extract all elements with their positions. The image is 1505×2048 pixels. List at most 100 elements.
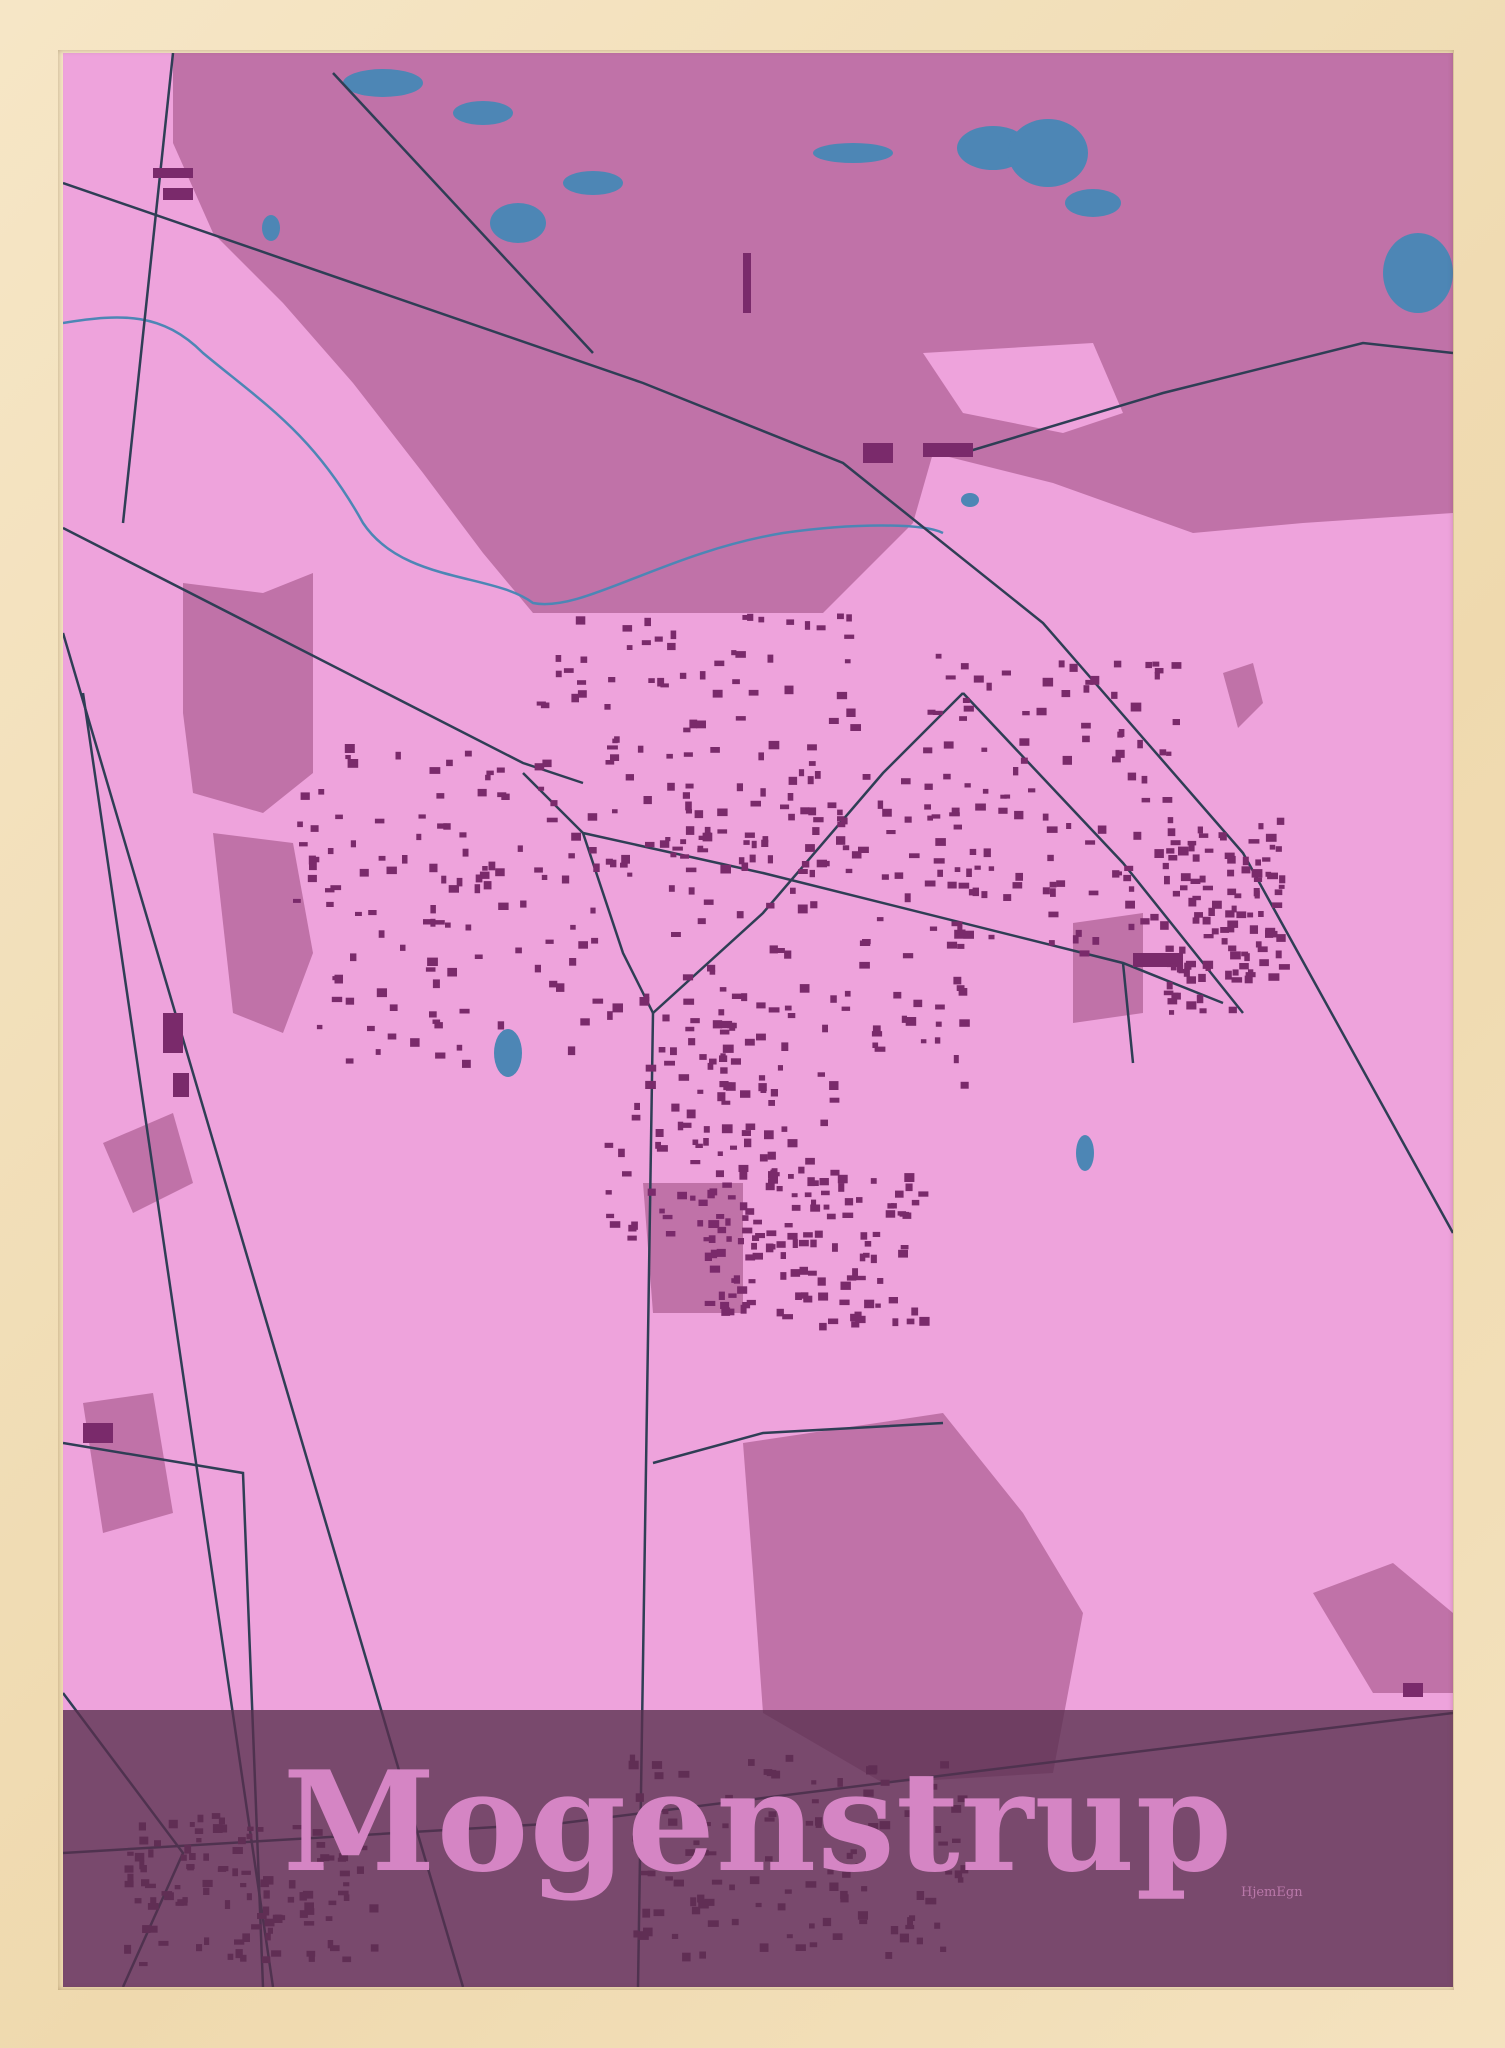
building (935, 653, 942, 659)
building (722, 1182, 732, 1188)
building (901, 778, 911, 785)
building (902, 953, 914, 959)
building (894, 872, 904, 879)
building (780, 804, 790, 810)
building (790, 887, 796, 894)
building (830, 995, 837, 1003)
building (1258, 911, 1264, 917)
building (721, 1100, 731, 1105)
building (1186, 976, 1196, 984)
building (770, 1089, 778, 1097)
building (704, 826, 711, 833)
building (1166, 751, 1172, 756)
building (722, 1044, 734, 1053)
building (620, 862, 628, 868)
building (893, 991, 902, 999)
building (983, 848, 991, 858)
building (1278, 964, 1290, 970)
building (720, 864, 731, 874)
building (593, 863, 600, 872)
building (924, 783, 933, 790)
building (998, 807, 1008, 814)
building (1019, 738, 1030, 746)
building (1190, 878, 1201, 884)
building (1194, 912, 1203, 918)
building (1128, 923, 1135, 931)
building (935, 1004, 945, 1010)
building (956, 985, 965, 991)
building (368, 910, 377, 916)
building (325, 888, 335, 893)
building (1140, 918, 1150, 925)
building (784, 685, 794, 695)
building (1112, 870, 1120, 878)
building (683, 727, 691, 733)
building (787, 1139, 798, 1148)
building (660, 683, 669, 688)
building (807, 744, 817, 751)
building (604, 1142, 614, 1148)
building (826, 1213, 836, 1220)
building (702, 832, 713, 842)
building (758, 616, 765, 623)
building (1127, 772, 1137, 781)
building (1042, 677, 1054, 687)
building (546, 817, 558, 823)
building (355, 911, 362, 916)
building (716, 1248, 726, 1257)
building (909, 853, 920, 859)
building (881, 874, 889, 880)
building (828, 1318, 839, 1325)
building (747, 613, 754, 621)
building (555, 655, 562, 662)
building (1028, 788, 1036, 793)
building (386, 866, 397, 875)
building (416, 833, 422, 841)
building (622, 1171, 632, 1177)
building (877, 800, 884, 809)
building (864, 1241, 872, 1247)
building (712, 689, 723, 698)
building (1188, 844, 1195, 852)
building (959, 1019, 970, 1027)
building (731, 993, 743, 999)
building (792, 1239, 798, 1248)
building (517, 845, 523, 852)
forest-center-south (643, 1183, 743, 1313)
building (520, 900, 527, 908)
building (837, 613, 844, 620)
building (645, 1080, 656, 1089)
building (960, 1081, 969, 1089)
building (316, 1024, 323, 1030)
building (685, 783, 694, 789)
building (1208, 907, 1215, 916)
building (718, 1009, 725, 1016)
building (816, 625, 826, 631)
building (919, 1316, 930, 1326)
building (748, 1279, 756, 1284)
building (817, 1277, 826, 1286)
building (728, 1293, 737, 1298)
building (1046, 826, 1058, 833)
building (1004, 794, 1011, 799)
building (1248, 839, 1260, 844)
building (748, 689, 759, 696)
building (876, 917, 884, 922)
brand-mark: HjemEgn (1241, 1885, 1303, 1900)
building (973, 675, 984, 683)
building (670, 1047, 677, 1056)
building (378, 855, 386, 861)
building (814, 1230, 823, 1238)
building (900, 1245, 909, 1250)
building (710, 1249, 718, 1257)
building (727, 1195, 736, 1200)
building (436, 793, 445, 799)
building (1169, 1010, 1175, 1015)
building (1133, 831, 1142, 840)
building (1079, 950, 1090, 957)
building (875, 1303, 881, 1308)
building (787, 793, 794, 801)
building (803, 1295, 813, 1303)
building (953, 976, 962, 985)
building (813, 1180, 819, 1186)
